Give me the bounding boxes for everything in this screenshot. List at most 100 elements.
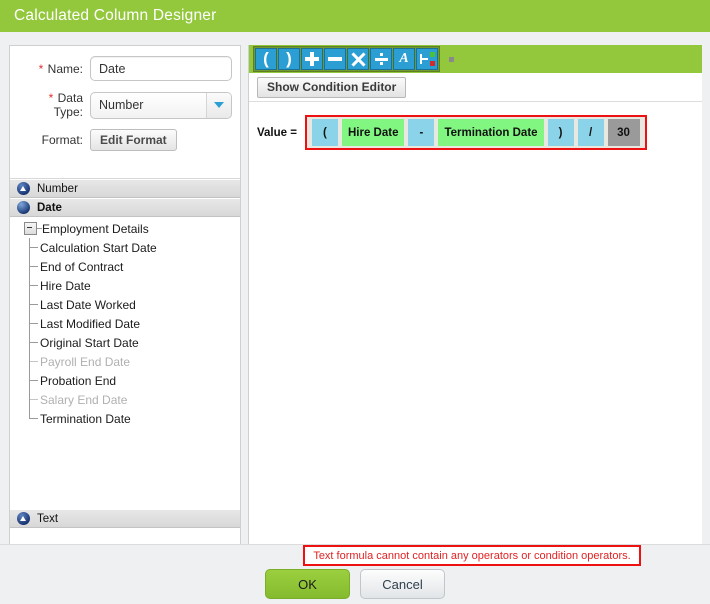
triangle-up-circle-icon xyxy=(17,182,30,195)
tree-item-label: End of Contract xyxy=(40,259,124,274)
close-paren-icon[interactable]: ) xyxy=(278,48,300,70)
tree-connector xyxy=(29,342,38,343)
tree-connector xyxy=(29,285,38,286)
tree-item-label: Original Start Date xyxy=(40,335,139,350)
multiply-icon[interactable] xyxy=(347,48,369,70)
tree-item[interactable]: Payroll End Date xyxy=(29,352,240,371)
name-input-value: Date xyxy=(99,61,126,76)
tree-item[interactable]: Salary End Date xyxy=(29,390,240,409)
open-paren-icon[interactable]: ( xyxy=(255,48,277,70)
required-marker: * xyxy=(38,61,44,76)
tree-root-label: Employment Details xyxy=(42,221,149,236)
formula-row: Value = (Hire Date - Termination Date)/30 xyxy=(249,102,702,150)
data-type-field-row: * Data Type: Number xyxy=(18,91,232,119)
tree-item-label: Last Date Worked xyxy=(40,297,136,312)
footer-button-row: OK Cancel xyxy=(0,569,710,599)
name-label-text: Name: xyxy=(47,61,83,76)
tree-connector xyxy=(29,247,38,248)
tree-connector xyxy=(29,418,38,419)
formula-token[interactable]: 30 xyxy=(607,119,640,146)
tree-item[interactable]: Hire Date xyxy=(29,276,240,295)
tree-connector xyxy=(29,304,38,305)
tree-item[interactable]: Probation End xyxy=(29,371,240,390)
formula-token[interactable]: ( xyxy=(311,119,338,146)
properties-form: * Name: Date * Data Type: Number Format:… xyxy=(10,46,240,179)
dialog-footer: Text formula cannot contain any operator… xyxy=(0,544,710,604)
text-italic-a-icon[interactable]: A xyxy=(393,48,415,70)
left-panel: * Name: Date * Data Type: Number Format:… xyxy=(9,45,241,569)
condition-node-icon[interactable] xyxy=(416,48,438,70)
tree-empty-space xyxy=(10,428,240,509)
tree-connector xyxy=(29,323,38,324)
data-type-selected-value: Number xyxy=(99,98,144,112)
tree-item-label: Calculation Start Date xyxy=(40,240,157,255)
ok-button[interactable]: OK xyxy=(265,569,350,599)
accordion-header-text[interactable]: Text xyxy=(10,509,240,528)
tree-item[interactable]: Last Date Worked xyxy=(29,295,240,314)
tree-children: Calculation Start Date End of Contract Hir… xyxy=(29,238,240,428)
tree-connector xyxy=(29,361,38,362)
edit-format-button[interactable]: Edit Format xyxy=(90,129,177,151)
minus-icon[interactable] xyxy=(324,48,346,70)
formula-token[interactable]: / xyxy=(577,119,604,146)
formula-token[interactable]: Termination Date xyxy=(438,119,544,146)
cancel-button[interactable]: Cancel xyxy=(360,569,445,599)
italic-a-glyph: A xyxy=(399,51,409,66)
tree-item-label: Payroll End Date xyxy=(40,354,131,369)
value-label: Value = xyxy=(257,126,297,139)
data-type-label-line2: Type: xyxy=(53,105,83,119)
overflow-dot-icon[interactable] xyxy=(449,56,454,62)
required-marker: * xyxy=(48,91,54,105)
name-input[interactable]: Date xyxy=(90,56,232,81)
data-type-select[interactable]: Number xyxy=(90,91,232,119)
tree-item[interactable]: End of Contract xyxy=(29,257,240,276)
error-banner: Text formula cannot contain any operator… xyxy=(303,545,641,566)
tree-root-employment-details[interactable]: Employment Details xyxy=(10,219,240,238)
condition-editor-row: Show Condition Editor xyxy=(249,73,702,102)
accordion-header-number[interactable]: Number xyxy=(10,179,240,198)
accordion-header-date[interactable]: Date xyxy=(10,198,240,217)
open-paren-glyph: ( xyxy=(263,48,269,68)
tree-item-label: Salary End Date xyxy=(40,392,128,407)
close-paren-glyph: ) xyxy=(286,48,292,68)
data-type-label: * Data Type: xyxy=(18,91,90,119)
formula-token[interactable]: ) xyxy=(547,119,574,146)
sphere-icon xyxy=(17,201,30,214)
formula-editor[interactable]: (Hire Date - Termination Date)/30 xyxy=(304,115,647,150)
format-label: Format: xyxy=(41,133,83,147)
formula-token[interactable]: - xyxy=(408,119,435,146)
format-field-row: Format: Edit Format xyxy=(18,129,232,151)
tree-connector xyxy=(29,380,38,381)
page-title: Calculated Column Designer xyxy=(14,7,217,24)
minus-box-icon[interactable] xyxy=(24,222,37,235)
chevron-down-icon[interactable] xyxy=(206,92,231,118)
data-type-label-line1: Data xyxy=(57,91,83,105)
tree-item-label: Probation End xyxy=(40,373,117,388)
accordion-label-text: Text xyxy=(37,512,59,525)
tree-item[interactable]: Original Start Date xyxy=(29,333,240,352)
tree-item[interactable]: Last Modified Date xyxy=(29,314,240,333)
right-panel: ( ) A Show Condition Editor Value = (Hi… xyxy=(249,45,702,569)
field-tree: Employment Details Calculation Start Dat… xyxy=(10,217,240,509)
operator-button-group: ( ) A xyxy=(253,46,440,72)
plus-icon[interactable] xyxy=(301,48,323,70)
accordion-label-number: Number xyxy=(37,182,78,195)
accordion-label-date: Date xyxy=(37,201,62,214)
name-field-row: * Name: Date xyxy=(18,56,232,81)
name-label: * Name: xyxy=(18,62,90,76)
dialog-title-bar: Calculated Column Designer xyxy=(0,0,710,32)
error-message: Text formula cannot contain any operator… xyxy=(313,549,631,562)
tree-item-label: Last Modified Date xyxy=(40,316,141,331)
operator-toolbar: ( ) A xyxy=(249,45,702,73)
show-condition-editor-button[interactable]: Show Condition Editor xyxy=(257,76,407,98)
divide-icon[interactable] xyxy=(370,48,392,70)
tree-item-label: Termination Date xyxy=(40,411,131,426)
formula-token[interactable]: Hire Date xyxy=(341,119,405,146)
tree-item[interactable]: Termination Date xyxy=(29,409,240,428)
tree-item[interactable]: Calculation Start Date xyxy=(29,238,240,257)
tree-connector xyxy=(29,399,38,400)
dialog-body: * Name: Date * Data Type: Number Format:… xyxy=(0,32,710,603)
tree-item-label: Hire Date xyxy=(40,278,91,293)
tree-connector xyxy=(29,266,38,267)
triangle-up-circle-icon xyxy=(17,512,30,525)
